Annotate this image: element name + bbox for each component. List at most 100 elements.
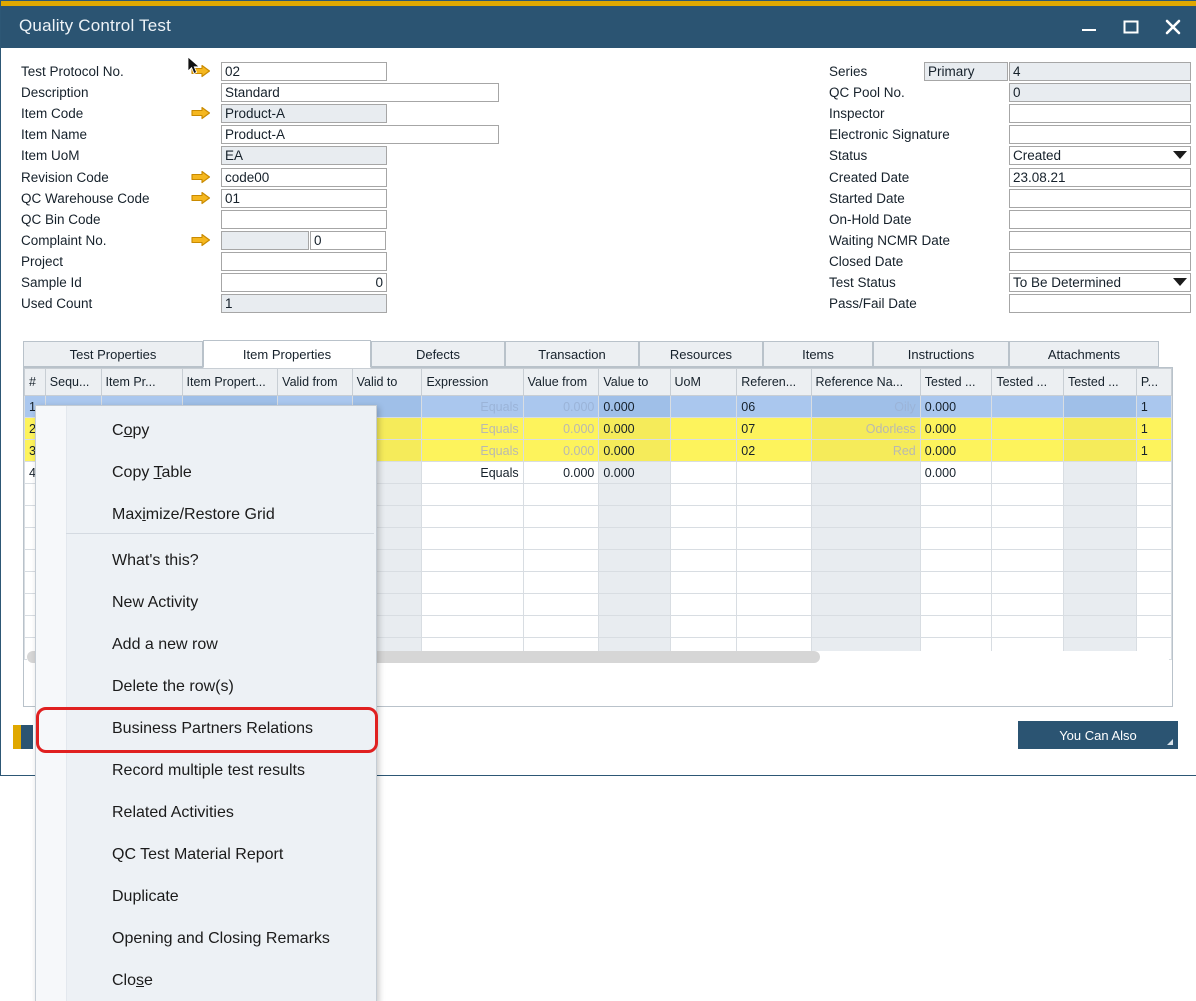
cell-tested[interactable] (992, 616, 1064, 638)
cell-tested[interactable] (920, 550, 992, 572)
cell-uom[interactable] (670, 594, 737, 616)
field-sample-id[interactable]: 0 (221, 273, 387, 292)
field-item-code[interactable]: Product-A (221, 104, 387, 123)
grid-column-header-p[interactable]: P... (1136, 369, 1171, 396)
cell-value-to[interactable]: 0.000 (599, 396, 670, 418)
cell-expression[interactable]: Equals (422, 396, 523, 418)
cell-value-to[interactable] (599, 572, 670, 594)
cell-expression[interactable]: Equals (422, 462, 523, 484)
grid-column-header-expression[interactable]: Expression (422, 369, 523, 396)
grid-column-header-item-propert[interactable]: Item Propert... (182, 369, 278, 396)
cell-tested[interactable] (920, 528, 992, 550)
cell-p[interactable] (1136, 506, 1171, 528)
field-item-uom[interactable]: EA (221, 146, 387, 165)
cell-value-from[interactable]: 0.000 (523, 440, 599, 462)
cell-uom[interactable] (670, 418, 737, 440)
context-menu-item-copy-table[interactable]: Copy Table (36, 452, 376, 494)
cell-uom[interactable] (670, 506, 737, 528)
link-arrow-icon-qc-warehouse-code[interactable] (191, 191, 211, 205)
cell-referen[interactable] (737, 462, 811, 484)
cell-referen[interactable]: 07 (737, 418, 811, 440)
tab-test-properties[interactable]: Test Properties (23, 341, 203, 367)
cell-tested[interactable]: 0.000 (920, 462, 992, 484)
tab-item-properties[interactable]: Item Properties (203, 340, 371, 368)
cell-p[interactable] (1136, 484, 1171, 506)
cell-value-from[interactable] (523, 528, 599, 550)
cell-uom[interactable] (670, 440, 737, 462)
cell-tested[interactable] (1063, 594, 1136, 616)
minimize-icon[interactable] (1075, 14, 1103, 40)
cell-tested[interactable] (992, 594, 1064, 616)
cell-value-to[interactable] (599, 506, 670, 528)
cell-reference-na[interactable]: Red (811, 440, 920, 462)
chevron-down-icon-status[interactable] (1173, 151, 1187, 159)
form-button-secondary-stub[interactable] (21, 725, 33, 749)
grid-column-header-tested[interactable]: Tested ... (920, 369, 992, 396)
field-revision-code[interactable]: code00 (221, 168, 387, 187)
grid-column-header-valid-to[interactable]: Valid to (352, 369, 422, 396)
cell-tested[interactable] (992, 550, 1064, 572)
cell-referen[interactable] (737, 572, 811, 594)
context-menu-item-copy[interactable]: Copy (36, 410, 376, 452)
cell-value-to[interactable] (599, 550, 670, 572)
field-description[interactable]: Standard (221, 83, 499, 102)
cell-reference-na[interactable]: Oily (811, 396, 920, 418)
cell-tested[interactable]: 0.000 (920, 396, 992, 418)
cell-p[interactable] (1136, 572, 1171, 594)
cell-reference-na[interactable]: Odorless (811, 418, 920, 440)
cell-value-to[interactable]: 0.000 (599, 418, 670, 440)
cell-p[interactable] (1136, 528, 1171, 550)
form-mode-buttons[interactable] (13, 725, 35, 749)
cell-tested[interactable] (992, 396, 1064, 418)
cell-tested[interactable] (992, 484, 1064, 506)
cell-expression[interactable] (422, 528, 523, 550)
cell-expression[interactable]: Equals (422, 418, 523, 440)
cell-value-from[interactable] (523, 572, 599, 594)
field-closed-date[interactable] (1009, 252, 1191, 271)
cell-tested[interactable] (992, 572, 1064, 594)
cell-reference-na[interactable] (811, 462, 920, 484)
context-menu-item-delete-the-row-s[interactable]: Delete the row(s) (36, 666, 376, 708)
link-arrow-icon-revision-code[interactable] (191, 170, 211, 184)
cell-tested[interactable] (920, 616, 992, 638)
field-series[interactable]: 4 (1009, 62, 1191, 81)
field-qc-bin-code[interactable] (221, 210, 387, 229)
field-status[interactable]: Created (1009, 146, 1191, 165)
cell-uom[interactable] (670, 550, 737, 572)
cell-expression[interactable] (422, 572, 523, 594)
cell-value-from[interactable]: 0.000 (523, 396, 599, 418)
cell-tested[interactable]: 0.000 (920, 418, 992, 440)
cell-value-from[interactable] (523, 506, 599, 528)
field-used-count[interactable]: 1 (221, 294, 387, 313)
cell-value-to[interactable] (599, 528, 670, 550)
cell-tested[interactable] (920, 594, 992, 616)
cell-reference-na[interactable] (811, 506, 920, 528)
context-menu-item-record-multiple-test-results[interactable]: Record multiple test results (36, 750, 376, 792)
cell-referen[interactable] (737, 616, 811, 638)
cell-p[interactable]: 1 (1136, 418, 1171, 440)
link-arrow-icon-item-code[interactable] (191, 106, 211, 120)
cell-tested[interactable] (992, 506, 1064, 528)
field-started-date[interactable] (1009, 189, 1191, 208)
cell-expression[interactable] (422, 550, 523, 572)
grid-column-header-value-from[interactable]: Value from (523, 369, 599, 396)
field-item-name[interactable]: Product-A (221, 125, 499, 144)
grid-column-header-tested[interactable]: Tested ... (1063, 369, 1136, 396)
cell-uom[interactable] (670, 484, 737, 506)
cell-expression[interactable]: Equals (422, 440, 523, 462)
tab-resources[interactable]: Resources (639, 341, 763, 367)
context-menu-item-qc-test-material-report[interactable]: QC Test Material Report (36, 834, 376, 876)
grid-column-header-value-to[interactable]: Value to (599, 369, 670, 396)
cell-tested[interactable] (1063, 528, 1136, 550)
cell-tested[interactable] (1063, 550, 1136, 572)
context-menu-item-what-s-this[interactable]: What's this? (36, 540, 376, 582)
cell-tested[interactable] (1063, 572, 1136, 594)
field-test-status[interactable]: To Be Determined (1009, 273, 1191, 292)
grid-column-header-uom[interactable]: UoM (670, 369, 737, 396)
you-can-also-button[interactable]: You Can Also (1018, 721, 1178, 749)
cell-tested[interactable]: 0.000 (920, 440, 992, 462)
tab-instructions[interactable]: Instructions (873, 341, 1009, 367)
cell-tested[interactable] (1063, 616, 1136, 638)
cell-referen[interactable]: 06 (737, 396, 811, 418)
cell-expression[interactable] (422, 484, 523, 506)
